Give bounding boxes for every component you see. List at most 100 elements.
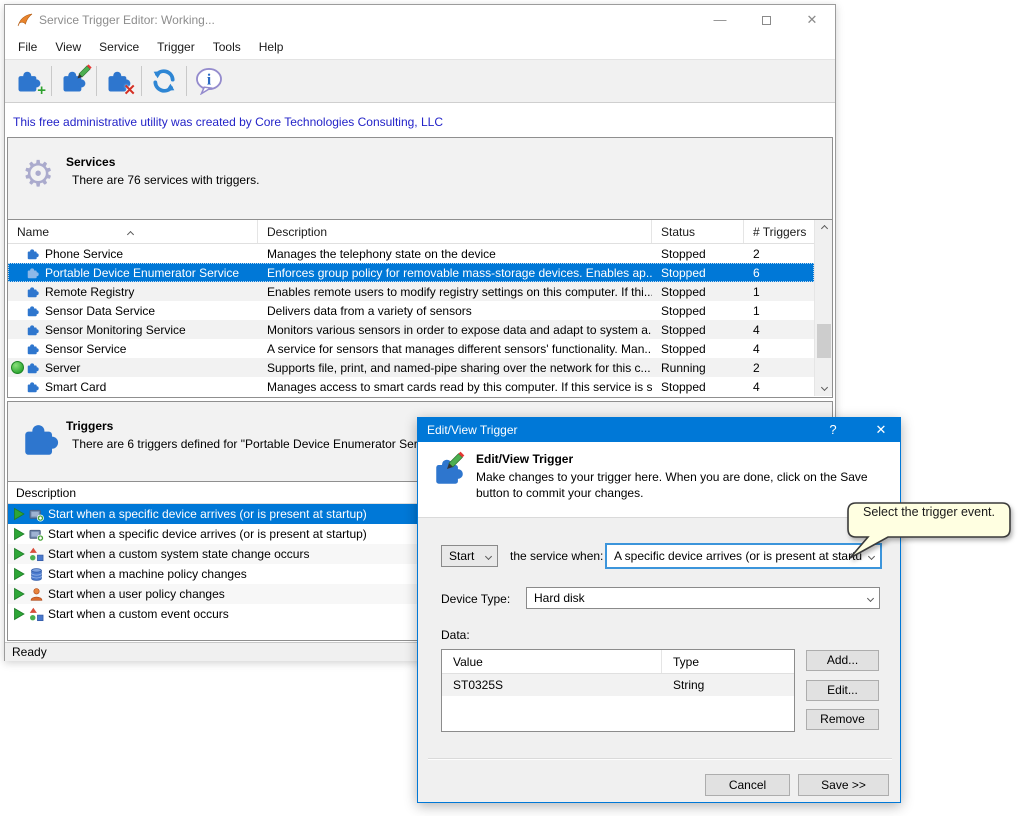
device-arrival-icon [29, 507, 44, 522]
edit-trigger-button[interactable] [54, 62, 94, 100]
toolbar: + ✕ [5, 59, 835, 103]
play-icon [12, 587, 26, 601]
table-row[interactable]: Smart Card Manages access to smart cards… [8, 377, 814, 396]
menu-tools[interactable]: Tools [204, 35, 250, 59]
maximize-button[interactable] [743, 5, 789, 35]
custom-event-icon [29, 607, 44, 622]
puzzle-icon [26, 323, 40, 337]
services-scrollbar[interactable] [814, 220, 832, 396]
puzzle-icon [26, 342, 40, 356]
table-row[interactable]: Server Supports file, print, and named-p… [8, 358, 814, 377]
window-title: Service Trigger Editor: Working... [39, 13, 215, 27]
play-icon [12, 507, 26, 521]
puzzle-icon [26, 380, 40, 394]
dialog-header-description: Make changes to your trigger here. When … [476, 470, 868, 500]
edit-view-trigger-dialog: Edit/View Trigger ? ✕ Edit/View Trigger … [417, 417, 901, 803]
puzzle-icon [26, 304, 40, 318]
save-button[interactable]: Save >> [798, 774, 889, 796]
puzzle-icon [26, 266, 40, 280]
triggers-title: Triggers [66, 419, 114, 433]
table-row[interactable]: Remote Registry Enables remote users to … [8, 282, 814, 301]
dialog-separator [428, 758, 892, 760]
dialog-header-title: Edit/View Trigger [476, 452, 574, 466]
services-table-header: Name Description Status # Triggers [8, 220, 814, 244]
close-button[interactable]: ✕ [789, 5, 835, 35]
play-icon [12, 567, 26, 581]
puzzle-icon [26, 285, 40, 299]
window-titlebar[interactable]: Service Trigger Editor: Working... — ✕ [5, 5, 835, 35]
puzzle-icon [26, 247, 40, 261]
toolbar-separator [186, 66, 187, 96]
sort-ascending-icon [126, 221, 135, 245]
puzzle-icon [26, 361, 40, 375]
add-button[interactable]: Add... [806, 650, 879, 671]
edit-button[interactable]: Edit... [806, 680, 879, 701]
refresh-button[interactable] [144, 62, 184, 100]
dialog-header: Edit/View Trigger Make changes to your t… [418, 442, 900, 518]
menu-help[interactable]: Help [250, 35, 293, 59]
refresh-icon [150, 67, 178, 95]
device-type-select[interactable]: Hard disk [526, 587, 880, 609]
menu-file[interactable]: File [9, 35, 46, 59]
column-name[interactable]: Name [8, 220, 258, 243]
app-icon [16, 11, 34, 29]
services-title: Services [66, 155, 116, 169]
scroll-down-icon[interactable] [815, 379, 833, 396]
tooltip-text: Select the trigger event. [862, 505, 996, 519]
chevron-down-icon [861, 594, 879, 602]
data-label: Data: [441, 628, 470, 642]
menu-view[interactable]: View [46, 35, 90, 59]
column-description[interactable]: Description [258, 220, 652, 243]
play-icon [12, 547, 26, 561]
device-arrival-icon [29, 527, 44, 542]
services-header: ⚙ Services There are 76 services with tr… [8, 138, 832, 220]
add-trigger-button[interactable]: + [9, 62, 49, 100]
info-bar: This free administrative utility was cre… [5, 103, 835, 140]
maximize-icon [761, 16, 771, 26]
data-table: Value Type ST0325S String [441, 649, 795, 732]
screen: Service Trigger Editor: Working... — ✕ F… [0, 0, 1018, 816]
table-row[interactable]: Phone Service Manages the telephony stat… [8, 244, 814, 263]
services-panel: ⚙ Services There are 76 services with tr… [7, 137, 833, 398]
action-select[interactable]: Start [441, 545, 498, 567]
toolbar-separator [96, 66, 97, 96]
device-type-label: Device Type: [441, 592, 511, 606]
play-icon [12, 607, 26, 621]
triggers-subtitle: There are 6 triggers defined for "Portab… [72, 437, 447, 451]
table-row[interactable]: Sensor Monitoring Service Monitors vario… [8, 320, 814, 339]
service-when-label: the service when: [510, 549, 604, 563]
plus-badge-icon: + [37, 82, 46, 99]
column-type: Type [673, 655, 700, 669]
pencil-icon [75, 63, 93, 81]
dialog-title: Edit/View Trigger [427, 423, 518, 437]
scroll-up-icon[interactable] [815, 220, 833, 237]
minimize-button[interactable]: — [697, 5, 743, 35]
services-rows: Phone Service Manages the telephony stat… [8, 244, 814, 396]
cancel-button[interactable]: Cancel [705, 774, 790, 796]
x-badge-icon: ✕ [123, 82, 136, 99]
remove-button[interactable]: Remove [806, 709, 879, 730]
menu-service[interactable]: Service [90, 35, 148, 59]
puzzle-icon [20, 418, 62, 460]
table-row-selected[interactable]: Portable Device Enumerator Service Enfor… [8, 263, 814, 282]
delete-trigger-button[interactable]: ✕ [99, 62, 139, 100]
column-status[interactable]: Status [652, 220, 744, 243]
user-policy-icon [29, 587, 44, 602]
table-row[interactable]: Sensor Service A service for sensors tha… [8, 339, 814, 358]
system-state-icon [29, 547, 44, 562]
table-row[interactable]: ST0325S String [442, 674, 794, 696]
column-num-triggers[interactable]: # Triggers [744, 220, 814, 243]
toolbar-separator [141, 66, 142, 96]
dialog-close-button[interactable]: ✕ [862, 418, 900, 442]
services-subtitle: There are 76 services with triggers. [72, 173, 260, 187]
machine-policy-icon [29, 567, 44, 582]
scroll-thumb[interactable] [817, 324, 831, 358]
dialog-titlebar[interactable]: Edit/View Trigger ? ✕ [418, 418, 900, 442]
about-button[interactable] [189, 62, 229, 100]
edit-trigger-icon [432, 454, 466, 491]
help-button[interactable]: ? [816, 418, 850, 442]
toolbar-separator [51, 66, 52, 96]
table-row[interactable]: Sensor Data Service Delivers data from a… [8, 301, 814, 320]
running-indicator-icon [10, 361, 24, 374]
menu-trigger[interactable]: Trigger [148, 35, 204, 59]
